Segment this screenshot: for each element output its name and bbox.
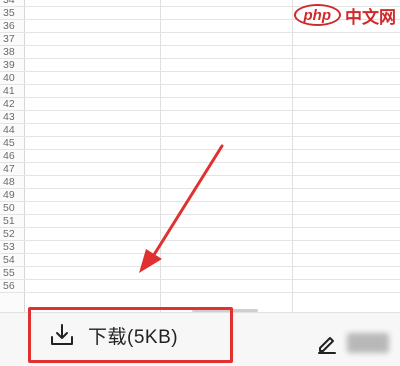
row-number: 39: [3, 59, 15, 71]
row-number: 43: [3, 111, 15, 123]
table-row[interactable]: 54: [0, 254, 400, 267]
row-number: 42: [3, 98, 15, 110]
row-number: 44: [3, 124, 15, 136]
row-number: 47: [3, 163, 15, 175]
row-number: 51: [3, 215, 15, 227]
watermark-text: 中文网: [345, 7, 396, 27]
table-row[interactable]: 38: [0, 46, 400, 59]
edit-button[interactable]: [315, 326, 397, 360]
download-icon: [51, 324, 73, 345]
row-number: 40: [3, 72, 15, 84]
row-number: 50: [3, 202, 15, 214]
table-row[interactable]: 52: [0, 228, 400, 241]
row-number: 45: [3, 137, 15, 149]
row-number: 55: [3, 267, 15, 279]
download-label: 下载(5KB): [88, 326, 179, 348]
row-number: 36: [3, 20, 15, 32]
table-row[interactable]: 50: [0, 202, 400, 215]
table-row[interactable]: 56: [0, 280, 400, 293]
table-row[interactable]: 48: [0, 176, 400, 189]
table-row[interactable]: 39: [0, 59, 400, 72]
table-row[interactable]: 45: [0, 137, 400, 150]
table-row[interactable]: 49: [0, 189, 400, 202]
site-watermark: php 中文网: [293, 2, 396, 28]
row-number: 56: [3, 280, 15, 292]
table-row[interactable]: 47: [0, 163, 400, 176]
row-number: 52: [3, 228, 15, 240]
row-number: 54: [3, 254, 15, 266]
table-row[interactable]: 37: [0, 33, 400, 46]
spreadsheet-grid[interactable]: 34 35 36 37 38 39 40 41 42 43 44 45 46 47 48 49 50 51 52 53…: [0, 0, 400, 312]
row-number: 38: [3, 46, 15, 58]
edit-label-blurred: [347, 333, 389, 353]
row-number: 37: [3, 33, 15, 45]
pencil-icon: [318, 337, 336, 354]
table-row[interactable]: 51: [0, 215, 400, 228]
table-row[interactable]: 44: [0, 124, 400, 137]
table-row[interactable]: 53: [0, 241, 400, 254]
download-button[interactable]: 下载(5KB): [28, 307, 233, 363]
table-row[interactable]: 41: [0, 85, 400, 98]
row-number: 46: [3, 150, 15, 162]
table-row[interactable]: 40: [0, 72, 400, 85]
row-number: 53: [3, 241, 15, 253]
watermark-logo: php: [293, 4, 341, 26]
row-number: 49: [3, 189, 15, 201]
row-number: 48: [3, 176, 15, 188]
row-number: 34: [3, 0, 15, 6]
row-number: 41: [3, 85, 15, 97]
row-number: 35: [3, 7, 15, 19]
table-row[interactable]: 43: [0, 111, 400, 124]
table-row[interactable]: 55: [0, 267, 400, 280]
table-row[interactable]: 46: [0, 150, 400, 163]
table-row[interactable]: 42: [0, 98, 400, 111]
